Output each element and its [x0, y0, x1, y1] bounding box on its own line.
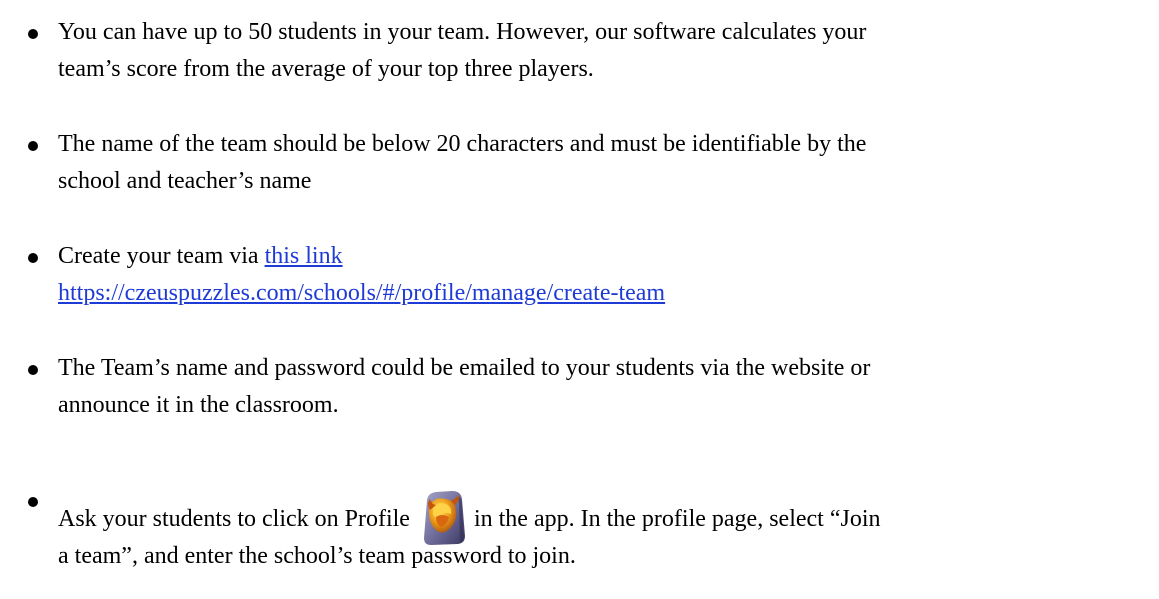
create-team-prefix: Create your team via	[58, 243, 265, 269]
profile-instruction-start: Ask your students to click on Profile	[58, 506, 410, 532]
bullet-dot	[28, 497, 38, 507]
list-item-text: Create your team via this link https://c…	[58, 238, 1148, 312]
list-item-text: You can have up to 50 students in your t…	[58, 14, 1148, 88]
this-link[interactable]: this link	[265, 243, 343, 269]
text-line: school and teacher’s name	[58, 168, 312, 194]
text-line: team’s score from the average of your to…	[58, 56, 594, 82]
text-line: You can have up to 50 students in your t…	[58, 19, 867, 45]
text-line: The name of the team should be below 20 …	[58, 131, 867, 157]
text-line: Create your team via this link	[58, 238, 1148, 275]
create-team-url-link[interactable]: https://czeuspuzzles.com/schools/#/profi…	[58, 280, 665, 306]
text-line: https://czeuspuzzles.com/schools/#/profi…	[58, 275, 1148, 312]
bullet-dot	[28, 253, 38, 263]
text-line: announce it in the classroom.	[58, 392, 339, 418]
text-line: Ask your students to click on Profile in…	[58, 482, 1148, 545]
profile-instruction-end: in the app. In the profile page, select …	[473, 506, 881, 532]
bullet-dot	[28, 141, 38, 151]
list-item-text: The Team’s name and password could be em…	[58, 350, 1148, 424]
bullet-dot	[28, 365, 38, 375]
text-line: The Team’s name and password could be em…	[58, 355, 871, 381]
list-item-text: Ask your students to click on Profile in…	[58, 482, 1148, 575]
bullet-dot	[28, 29, 38, 39]
profile-shield-icon	[423, 491, 465, 545]
text-line: a team”, and enter the school’s team pas…	[58, 543, 576, 569]
list-item-text: The name of the team should be below 20 …	[58, 126, 1148, 200]
